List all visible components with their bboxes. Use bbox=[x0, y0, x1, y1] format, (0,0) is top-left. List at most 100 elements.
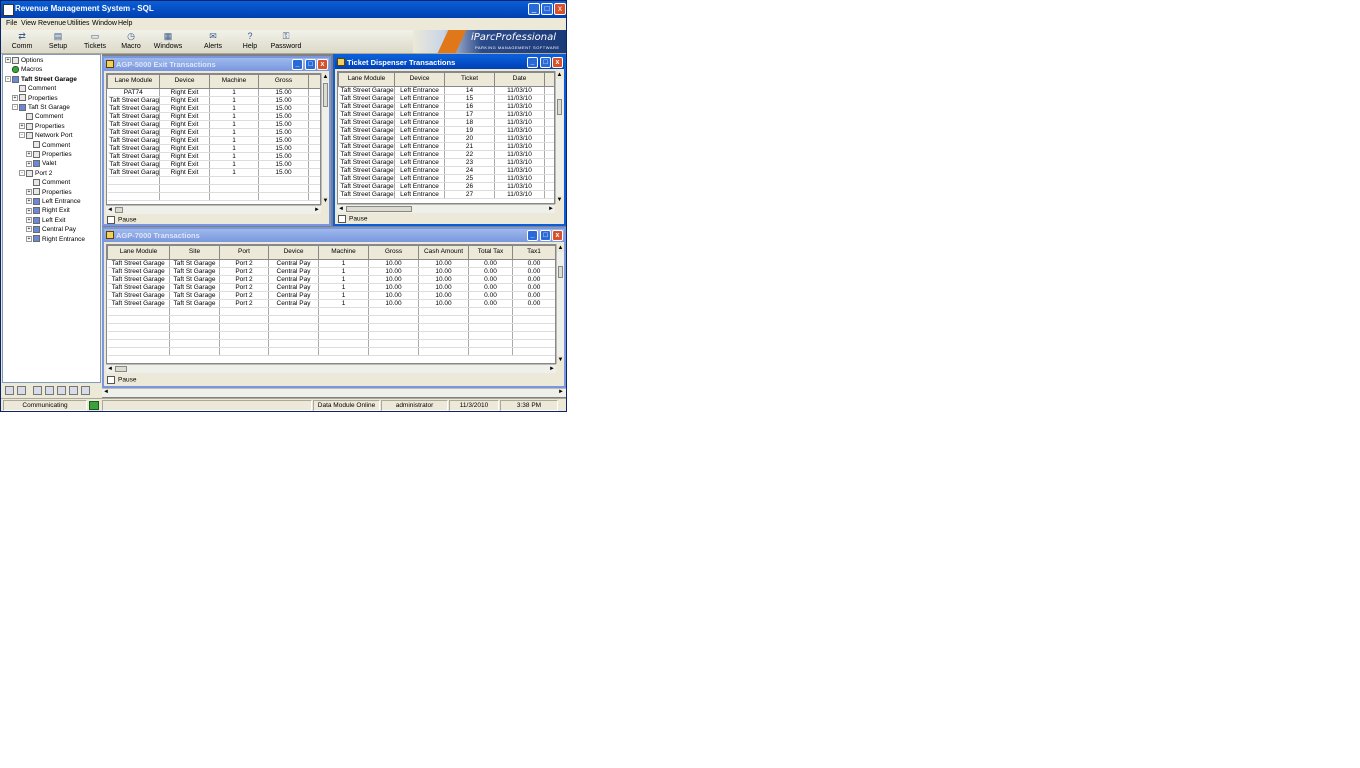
tree-item[interactable]: + Valet bbox=[26, 159, 56, 168]
table-row[interactable]: Taft Street Garage Right Exit 1 15.00 bbox=[107, 96, 320, 105]
column-header[interactable]: Gross bbox=[368, 245, 419, 260]
expand-icon[interactable]: + bbox=[5, 57, 11, 64]
expand-icon[interactable]: + bbox=[19, 123, 25, 130]
table-row[interactable]: Taft Street Garage Right Exit 1 15.00 bbox=[107, 144, 320, 153]
expand-icon[interactable]: + bbox=[26, 160, 32, 167]
expand-icon[interactable]: + bbox=[26, 207, 32, 214]
scroll-right-icon[interactable]: ► bbox=[558, 389, 564, 395]
expand-icon[interactable]: + bbox=[26, 217, 32, 224]
tree-item[interactable]: + Left Exit bbox=[26, 216, 65, 225]
table-row[interactable]: Taft Street Garage Left Entrance 18 11/03/1… bbox=[338, 118, 554, 127]
agp7000-vscroll[interactable]: ▲ ▼ bbox=[556, 244, 564, 364]
tickets-button[interactable]: ▭ Tickets bbox=[76, 31, 114, 53]
table-row[interactable] bbox=[107, 176, 320, 185]
tree-item[interactable]: Comment bbox=[26, 141, 70, 150]
ticket-window-titlebar[interactable]: Ticket Dispenser Transactions _ □ x bbox=[335, 56, 564, 69]
table-row[interactable]: Taft Street Garage Left Entrance 26 11/03/1… bbox=[338, 182, 554, 191]
minimize-button[interactable]: _ bbox=[292, 59, 303, 70]
menu-view[interactable]: View bbox=[21, 20, 36, 27]
table-row[interactable]: Taft Street Garage Left Entrance 21 11/03/1… bbox=[338, 142, 554, 151]
tree-item[interactable]: Comment bbox=[19, 112, 63, 121]
column-header[interactable]: Lane Module bbox=[338, 72, 395, 87]
table-row[interactable]: Taft Street Garage Left Entrance 25 11/03/1… bbox=[338, 174, 554, 183]
scroll-up-icon[interactable]: ▲ bbox=[322, 73, 329, 81]
collapse-icon[interactable]: - bbox=[19, 170, 25, 177]
table-row[interactable]: Taft Street Garage Right Exit 1 15.00 bbox=[107, 128, 320, 137]
column-header[interactable]: Device bbox=[268, 245, 319, 260]
table-row[interactable]: Taft Street Garage Taft St Garage Port 2 Ce… bbox=[107, 275, 555, 284]
ticket-hscroll[interactable]: ◄ ► bbox=[337, 204, 555, 213]
table-row[interactable]: Taft Street Garage Left Entrance 19 11/03/1… bbox=[338, 126, 554, 135]
expand-icon[interactable]: + bbox=[26, 226, 32, 233]
ticket-vscroll[interactable]: ▲ ▼ bbox=[555, 71, 563, 204]
tree-item[interactable]: + Properties bbox=[12, 94, 58, 103]
maximize-button[interactable]: □ bbox=[541, 3, 553, 15]
scroll-up-icon[interactable]: ▲ bbox=[556, 71, 563, 79]
close-button[interactable]: x bbox=[552, 230, 563, 241]
tree-item[interactable]: - Taft St Garage bbox=[12, 103, 70, 112]
agp7000-window-titlebar[interactable]: AGP-7000 Transactions _ □ x bbox=[104, 229, 564, 242]
scroll-down-icon[interactable]: ▼ bbox=[556, 196, 563, 204]
table-row[interactable]: Taft Street Garage Left Entrance 20 11/03/1… bbox=[338, 134, 554, 143]
column-header[interactable]: Lane Module bbox=[107, 245, 170, 260]
minimize-button[interactable]: _ bbox=[528, 3, 540, 15]
tree-item[interactable]: + Properties bbox=[26, 188, 72, 197]
expand-icon[interactable]: + bbox=[12, 94, 18, 101]
scroll-left-icon[interactable]: ◄ bbox=[103, 389, 109, 395]
scroll-down-icon[interactable]: ▼ bbox=[557, 356, 564, 364]
table-row[interactable] bbox=[107, 347, 555, 356]
macro-button[interactable]: ◷ Macro bbox=[112, 31, 150, 53]
properties-icon[interactable] bbox=[45, 386, 54, 395]
tree-item[interactable]: + Central Pay bbox=[26, 225, 76, 234]
menu-revenue[interactable]: Revenue bbox=[38, 20, 66, 27]
scroll-thumb[interactable] bbox=[346, 206, 412, 212]
minimize-button[interactable]: _ bbox=[527, 57, 538, 68]
comm-button[interactable]: ⇄ Comm bbox=[3, 31, 41, 53]
expand-icon[interactable]: + bbox=[26, 235, 32, 242]
table-row[interactable]: Taft Street Garage Left Entrance 22 11/03/1… bbox=[338, 150, 554, 159]
table-row[interactable]: Taft Street Garage Taft St Garage Port 2 Ce… bbox=[107, 291, 555, 300]
scroll-right-icon[interactable]: ► bbox=[548, 365, 556, 373]
column-header[interactable]: Date bbox=[494, 72, 545, 87]
table-row[interactable]: Taft Street Garage Right Exit 1 15.00 bbox=[107, 136, 320, 145]
column-header[interactable]: Tax1 bbox=[512, 245, 555, 260]
table-row[interactable]: Taft Street Garage Left Entrance 27 11/03/1… bbox=[338, 190, 554, 199]
column-header[interactable]: Total Tax bbox=[468, 245, 513, 260]
agp7000-hscroll[interactable]: ◄ ► bbox=[106, 364, 556, 373]
scroll-right-icon[interactable]: ► bbox=[547, 205, 555, 213]
tree-item[interactable]: - Network Port bbox=[19, 131, 73, 140]
tree-item[interactable]: + Properties bbox=[19, 122, 65, 131]
collapse-icon[interactable]: - bbox=[19, 132, 25, 139]
tree-item[interactable]: Comment bbox=[26, 178, 70, 187]
tree-item[interactable]: + Right Entrance bbox=[26, 235, 85, 244]
table-row[interactable] bbox=[107, 331, 555, 340]
minimize-button[interactable]: _ bbox=[527, 230, 538, 241]
scroll-up-icon[interactable]: ▲ bbox=[557, 244, 564, 252]
collapse-icon[interactable]: - bbox=[12, 104, 18, 111]
collapse-icon[interactable]: - bbox=[5, 76, 11, 83]
table-row[interactable] bbox=[107, 307, 555, 316]
close-button[interactable]: x bbox=[552, 57, 563, 68]
menu-utilities[interactable]: Utilities bbox=[67, 20, 90, 27]
agp7000-grid[interactable]: Lane Module Site Port Device Machine Gross Cas… bbox=[106, 244, 556, 364]
table-row[interactable] bbox=[107, 192, 320, 201]
title-bar[interactable]: Revenue Management System - SQL _ □ x bbox=[1, 1, 566, 18]
column-header[interactable]: Device bbox=[394, 72, 445, 87]
column-header[interactable]: Device bbox=[159, 74, 210, 89]
close-button[interactable]: x bbox=[554, 3, 566, 15]
column-header[interactable]: Cash Amount bbox=[418, 245, 469, 260]
column-header[interactable]: Site bbox=[169, 245, 220, 260]
ticket-pause-checkbox[interactable]: Pause bbox=[338, 215, 367, 223]
close-button[interactable]: x bbox=[317, 59, 328, 70]
document-icon[interactable] bbox=[33, 386, 42, 395]
table-row[interactable] bbox=[107, 315, 555, 324]
menu-help[interactable]: Help bbox=[118, 20, 132, 27]
table-row[interactable]: Taft Street Garage Taft St Garage Port 2 Ce… bbox=[107, 283, 555, 292]
scroll-thumb[interactable] bbox=[558, 266, 563, 278]
table-row[interactable]: PAT74 Right Exit 1 15.00 bbox=[107, 88, 320, 97]
scroll-thumb[interactable] bbox=[115, 366, 127, 372]
exit-grid[interactable]: Lane Module Device Machine Gross PAT74 Right… bbox=[106, 73, 321, 205]
exit-window-titlebar[interactable]: AGP-5000 Exit Transactions _ □ x bbox=[104, 58, 329, 71]
table-row[interactable]: Taft Street Garage Right Exit 1 15.00 bbox=[107, 160, 320, 169]
expand-icon[interactable]: + bbox=[26, 188, 32, 195]
